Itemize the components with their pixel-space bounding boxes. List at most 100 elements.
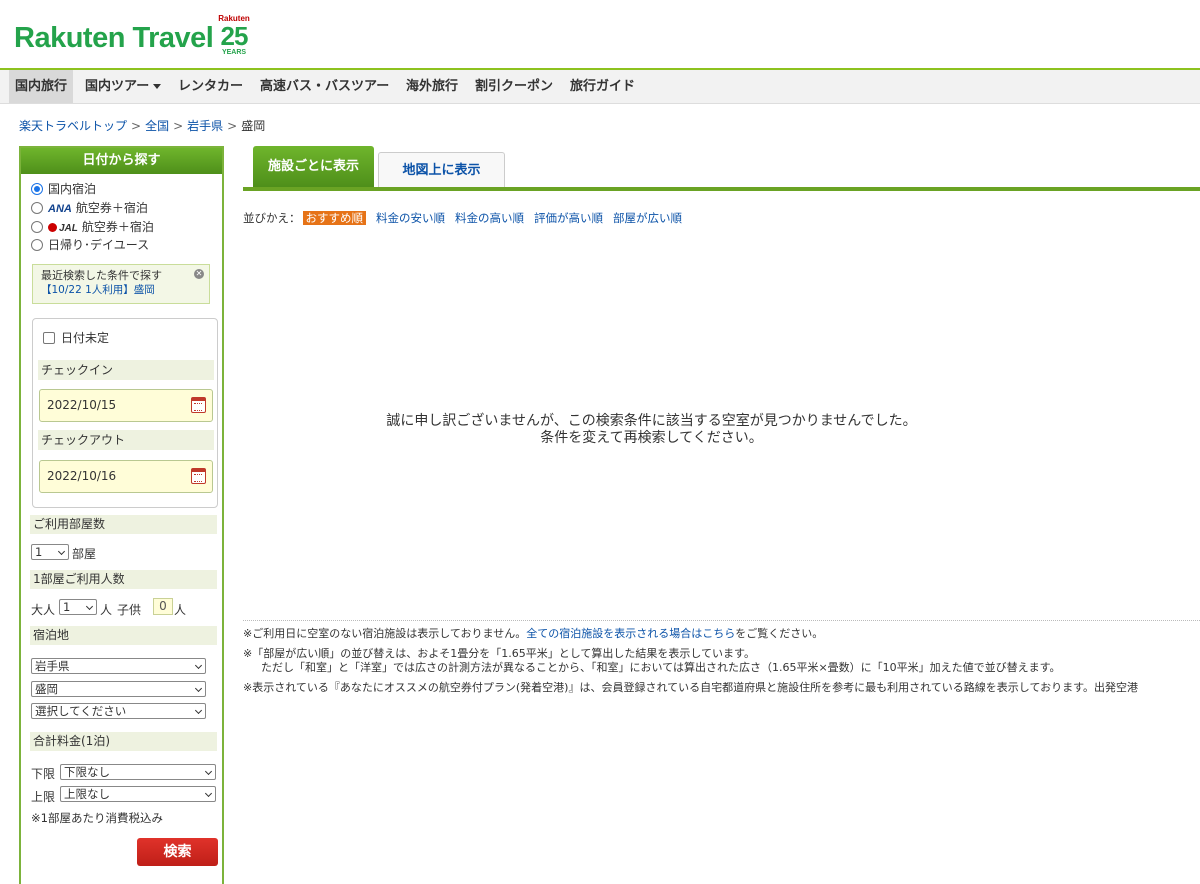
chevron-down-icon [85,602,94,611]
note-availability: ※ご利用日に空室のない宿泊施設は表示しておりません。全ての宿泊施設を表示される場… [243,627,1200,641]
adult-value: 1 [63,600,71,614]
checkout-date-input[interactable]: 2022/10/16 [39,460,213,493]
note-room-size: ※「部屋が広い順」の並び替えは、およそ1畳分を「1.65平米」として算出した結果… [243,647,1200,675]
search-button[interactable]: 検索 [137,838,218,866]
adult-select[interactable]: 1 [59,599,97,615]
sort-rating-high[interactable]: 評価が高い順 [534,211,603,225]
anniversary-badge: Rakuten 25 YEARS [214,14,254,60]
sort-recommended[interactable]: おすすめ順 [302,211,366,225]
ana-logo: ANA [48,203,72,215]
radio-jal-package[interactable]: JAL 航空券＋宿泊 [31,218,154,236]
rooms-unit: 部屋 [72,547,97,561]
radio-icon[interactable] [31,202,43,214]
sort-bar: 並びかえ： おすすめ順 料金の安い順 料金の高い順 評価が高い順 部屋が広い順 [243,210,682,226]
area-detail-value: 選択してください [35,704,127,718]
radio-day-use[interactable]: 日帰り･デイユース [31,236,149,254]
breadcrumb-top[interactable]: 楽天トラベルトップ [19,119,127,133]
nav-coupon[interactable]: 割引クーポン [469,70,559,103]
city-select[interactable]: 盛岡 [31,681,206,697]
calendar-icon[interactable] [191,397,206,413]
show-all-facilities-link[interactable]: 全ての宿泊施設を表示される場合はこちら [526,627,735,640]
guests-label: 1部屋ご利用人数 [30,570,217,589]
chevron-down-icon [194,706,203,715]
max-price-label: 上限 [31,790,56,804]
sort-price-low[interactable]: 料金の安い順 [376,211,445,225]
radio-selected-icon[interactable] [31,183,43,195]
note-text: ※表示されている『あなたにオススメの航空券付プラン(発着空港)』は、会員登録され… [243,681,1139,694]
tab-underline [243,187,1200,191]
checkbox-label: 日付未定 [61,331,110,345]
radio-icon[interactable] [31,221,43,233]
recent-search-box: 最近検索した条件で探す 【10/22 1人利用】盛岡 ✕ [32,264,210,304]
jal-crane-icon [48,223,57,232]
note-text: ※ご利用日に空室のない宿泊施設は表示しておりません。 [243,627,527,640]
chevron-down-icon [194,684,203,693]
nav-label: 旅行ガイド [570,79,636,94]
child-count-input[interactable]: 0 [153,598,173,615]
prefecture-select[interactable]: 岩手県 [31,658,206,674]
sort-room-size[interactable]: 部屋が広い順 [613,211,682,225]
sort-label: 並びかえ： [243,211,301,225]
breadcrumb-national[interactable]: 全国 [145,119,169,133]
recent-search-link[interactable]: 【10/22 1人利用】盛岡 [41,283,201,297]
nav-rental-car[interactable]: レンタカー [172,70,249,103]
tab-map-view[interactable]: 地図上に表示 [378,152,505,187]
radio-ana-package[interactable]: ANA 航空券＋宿泊 [31,199,148,217]
note-air-plan: ※表示されている『あなたにオススメの航空券付プラン(発着空港)』は、会員登録され… [243,681,1200,695]
nav-highway-bus[interactable]: 高速バス・バスツアー [254,70,395,103]
rooms-select[interactable]: 1 [31,544,69,560]
sort-price-high[interactable]: 料金の高い順 [455,211,524,225]
no-result-message: 誠に申し訳ございませんが、この検索条件に該当する空室が見つかりませんでした。 条… [243,413,1200,447]
checkout-value: 2022/10/16 [47,469,117,483]
chevron-right-icon: > [173,119,184,133]
chevron-right-icon: > [131,119,142,133]
calendar-icon[interactable] [191,468,206,484]
nav-label: 国内ツアー [85,79,150,94]
nav-label: レンタカー [178,79,244,94]
note-text: ただし「和室」と「洋室」では広さの計測方法が異なることから、「和室」においては算… [261,661,1061,674]
anniversary-years: YEARS [221,49,247,56]
search-sidebar: 日付から探す 国内宿泊 ANA 航空券＋宿泊 JAL 航空券＋宿泊 日帰り･デイユー… [19,146,224,884]
breadcrumb-prefecture[interactable]: 岩手県 [187,119,223,133]
notes-section: ※ご利用日に空室のない宿泊施設は表示しておりません。全ての宿泊施設を表示される場… [243,620,1200,701]
rooms-label: ご利用部屋数 [30,515,217,534]
no-result-line1: 誠に申し訳ございませんが、この検索条件に該当する空室が見つかりませんでした。 [386,413,917,429]
min-price-value: 下限なし [64,765,110,779]
nav-domestic-travel[interactable]: 国内旅行 [9,70,74,103]
chevron-down-icon [194,661,203,670]
jal-logo: JAL [59,223,78,234]
checkin-label: チェックイン [38,360,214,380]
radio-icon[interactable] [31,239,43,251]
nav-label: 海外旅行 [406,79,459,94]
nav-overseas-travel[interactable]: 海外旅行 [400,70,464,103]
radio-label: 航空券＋宿泊 [81,220,154,234]
breadcrumb-current: 盛岡 [241,119,266,133]
radio-domestic-stay[interactable]: 国内宿泊 [31,180,96,198]
nav-domestic-tour[interactable]: 国内ツアー [79,70,167,103]
date-undecided-checkbox[interactable]: 日付未定 [43,329,109,347]
nav-label: 高速バス・バスツアー [260,79,390,94]
anniversary-number: 25 [220,21,249,51]
area-detail-select[interactable]: 選択してください [31,703,206,719]
city-value: 盛岡 [35,682,58,696]
checkbox-icon[interactable] [43,332,55,344]
radio-label: 国内宿泊 [48,182,97,196]
child-label: 子供 [117,603,142,617]
nav-label: 割引クーポン [475,79,554,94]
no-result-line2: 条件を変えて再検索してください。 [540,430,763,446]
caret-down-icon [153,84,162,89]
rakuten-travel-logo[interactable]: Rakuten Travel [14,22,214,55]
max-price-value: 上限なし [64,787,110,801]
min-price-select[interactable]: 下限なし [60,764,216,780]
recent-search-title: 最近検索した条件で探す [41,269,162,282]
min-price-label: 下限 [31,767,56,781]
nav-travel-guide[interactable]: 旅行ガイド [564,70,641,103]
close-icon[interactable]: ✕ [194,269,204,279]
breadcrumb: 楽天トラベルトップ > 全国 > 岩手県 > 盛岡 [19,117,265,134]
note-text: をご覧ください。 [735,627,824,640]
chevron-down-icon [204,767,213,776]
global-nav: 国内旅行 国内ツアー レンタカー 高速バス・バスツアー 海外旅行 割引クーポン … [0,70,1200,104]
radio-label: 日帰り･デイユース [48,238,150,252]
max-price-select[interactable]: 上限なし [60,786,216,802]
tab-list-view[interactable]: 施設ごとに表示 [253,146,374,187]
